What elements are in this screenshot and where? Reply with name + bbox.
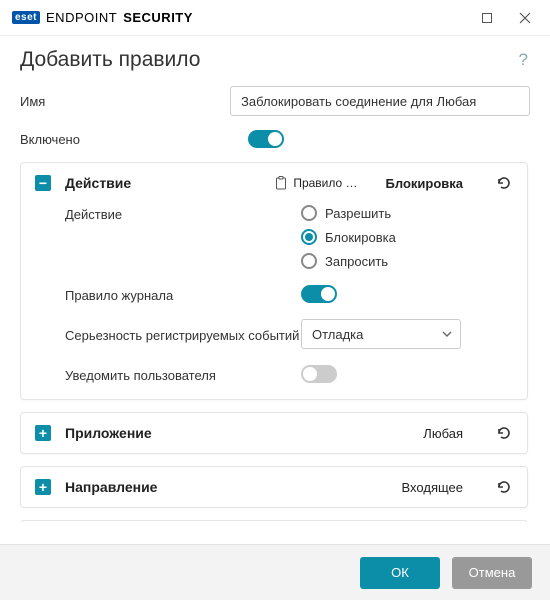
severity-select[interactable]: Отладка — [301, 319, 461, 349]
clipboard-icon — [274, 176, 288, 190]
notify-toggle[interactable] — [301, 365, 337, 383]
section-direction-reset[interactable] — [495, 480, 513, 494]
radio-prompt-label: Запросить — [325, 254, 388, 269]
log-rule-label: Правило журнала — [65, 286, 301, 303]
chevron-down-icon — [442, 331, 452, 337]
enabled-toggle[interactable] — [248, 130, 284, 148]
enabled-label: Включено — [20, 132, 248, 147]
window-maximize-button[interactable] — [468, 4, 506, 32]
titlebar: eset ENDPOINT SECURITY — [0, 0, 550, 36]
undo-icon — [495, 426, 513, 440]
section-action-title: Действие — [65, 175, 131, 191]
radio-prompt[interactable]: Запросить — [301, 253, 396, 269]
section-direction: + Направление Входящее — [20, 466, 528, 508]
section-action-body: Действие Разрешить Блокировка Запроси — [35, 205, 513, 383]
log-rule-toggle[interactable] — [301, 285, 337, 303]
section-action-rule-indicator: Правило … — [274, 176, 357, 190]
section-direction-value: Входящее — [402, 480, 463, 495]
action-radio-group: Разрешить Блокировка Запросить — [301, 205, 396, 269]
close-icon — [519, 12, 531, 24]
brand-bold: SECURITY — [123, 10, 193, 25]
content: ? Добавить правило Имя Включено − Действ… — [0, 36, 550, 542]
page-title: Добавить правило — [20, 48, 530, 72]
severity-value: Отладка — [312, 327, 363, 342]
radio-prompt-circle — [301, 253, 317, 269]
section-application-reset[interactable] — [495, 426, 513, 440]
name-input[interactable] — [230, 86, 530, 116]
window-close-button[interactable] — [506, 4, 544, 32]
section-action: − Действие Правило … Блокировка Действие — [20, 162, 528, 400]
notify-label: Уведомить пользователя — [65, 366, 301, 383]
radio-block[interactable]: Блокировка — [301, 229, 396, 245]
cancel-button[interactable]: Отмена — [452, 557, 532, 589]
expand-icon[interactable]: + — [35, 479, 51, 495]
section-application: + Приложение Любая — [20, 412, 528, 454]
section-action-reset[interactable] — [495, 176, 513, 190]
severity-label: Серьезность регистрируемых событий — [65, 326, 301, 343]
section-direction-title: Направление — [65, 479, 157, 495]
expand-icon[interactable]: + — [35, 425, 51, 441]
undo-icon — [495, 176, 513, 190]
sections-scroll[interactable]: − Действие Правило … Блокировка Действие — [20, 162, 530, 522]
name-label: Имя — [20, 94, 230, 109]
radio-allow[interactable]: Разрешить — [301, 205, 396, 221]
undo-icon — [495, 480, 513, 494]
action-label: Действие — [65, 205, 301, 222]
radio-block-label: Блокировка — [325, 230, 396, 245]
section-application-header[interactable]: + Приложение Любая — [35, 425, 513, 441]
section-application-value: Любая — [423, 426, 463, 441]
brand-eset-badge: eset — [12, 11, 40, 24]
name-row: Имя — [20, 86, 530, 116]
radio-block-circle — [301, 229, 317, 245]
section-action-header-value: Блокировка — [386, 176, 463, 191]
ok-button[interactable]: ОК — [360, 557, 440, 589]
brand: eset ENDPOINT SECURITY — [12, 10, 193, 25]
section-action-rule-label: Правило … — [293, 176, 357, 190]
section-application-title: Приложение — [65, 425, 152, 441]
section-protocol: + IP protocol TCP и UDP — [20, 520, 528, 522]
section-action-header[interactable]: − Действие Правило … Блокировка — [35, 175, 513, 191]
collapse-icon[interactable]: − — [35, 175, 51, 191]
help-button[interactable]: ? — [519, 50, 528, 70]
brand-thin: ENDPOINT — [46, 10, 117, 25]
enabled-row: Включено — [20, 130, 530, 148]
maximize-icon — [481, 12, 493, 24]
section-direction-header[interactable]: + Направление Входящее — [35, 479, 513, 495]
footer: ОК Отмена — [0, 544, 550, 600]
radio-allow-label: Разрешить — [325, 206, 391, 221]
radio-allow-circle — [301, 205, 317, 221]
